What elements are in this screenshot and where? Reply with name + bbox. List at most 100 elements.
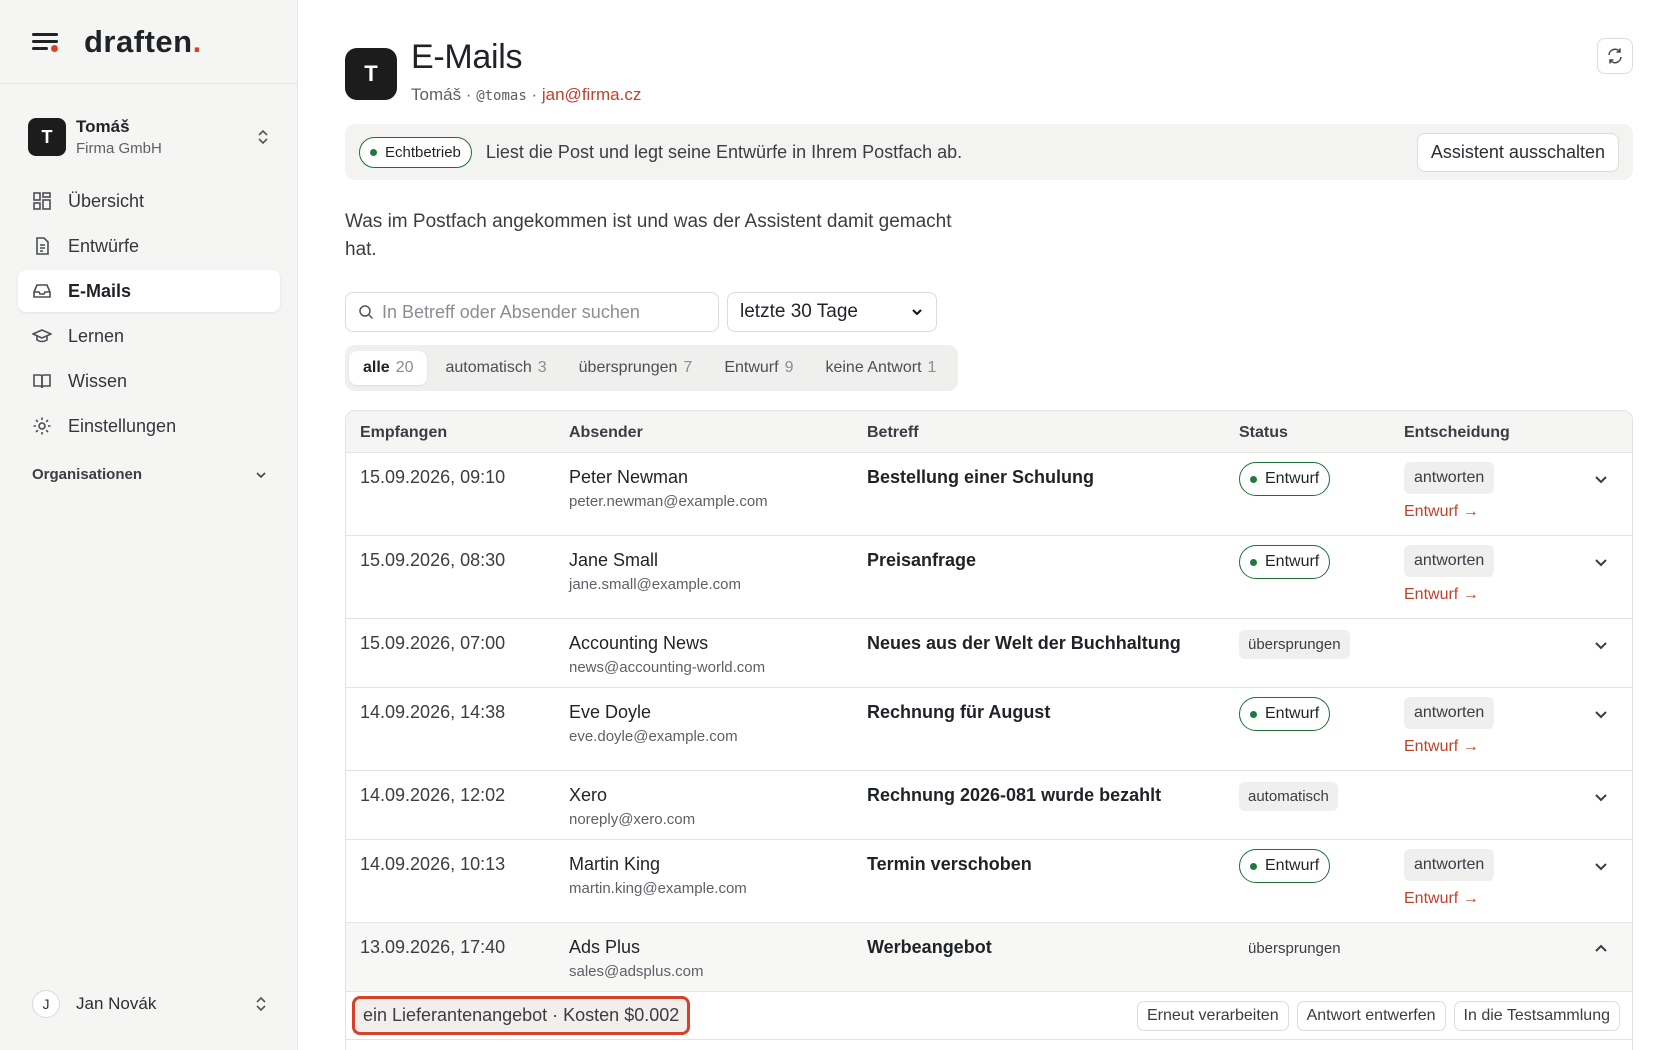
- status-badge: Entwurf: [1239, 849, 1331, 883]
- chevron-down-icon: [1595, 476, 1607, 484]
- col-subject[interactable]: Betreff: [867, 424, 919, 442]
- table-row[interactable]: 15.09.2026, 08:30 Jane Small jane.small@e…: [346, 536, 1632, 619]
- draft-link[interactable]: Entwurf →: [1404, 738, 1494, 756]
- decision-badge: antworten: [1404, 462, 1495, 494]
- chevron-up-down-icon: [258, 129, 268, 145]
- menu-icon[interactable]: [32, 30, 60, 54]
- gear-icon: [33, 417, 51, 435]
- assistant-status-banner: Echtbetrieb Liest die Post und legt sein…: [345, 124, 1633, 180]
- period-select[interactable]: letzte 30 Tage: [727, 292, 937, 332]
- page-header: T E-Mails Tomáš · @tomas · jan@firma.cz: [345, 38, 641, 105]
- table-row[interactable]: 15.09.2026, 09:10 Peter Newman peter.newm…: [346, 453, 1632, 536]
- filter-skipped[interactable]: übersprungen 7: [565, 351, 707, 385]
- expand-button[interactable]: [1593, 706, 1609, 722]
- nav-item-learn[interactable]: Lernen: [18, 315, 280, 357]
- filter-draft[interactable]: Entwurf 9: [710, 351, 807, 385]
- received-date: 14.09.2026, 10:13: [360, 854, 506, 874]
- status-badge: Entwurf: [1239, 545, 1331, 579]
- nav-item-label: E-Mails: [68, 280, 132, 301]
- emails-table: Empfangen Absender Betreff Status Entsch…: [345, 410, 1633, 1050]
- expand-button[interactable]: [1593, 471, 1609, 487]
- page-intro: Was im Postfach angekommen ist und was d…: [345, 211, 952, 260]
- nav-item-emails[interactable]: E-Mails: [18, 270, 280, 312]
- status-badge: automatisch: [1239, 782, 1338, 811]
- col-received[interactable]: Empfangen: [360, 424, 447, 442]
- sender-email: sales@adsplus.com: [569, 963, 704, 980]
- nav-item-label: Wissen: [68, 370, 128, 391]
- sender-email: news@accounting-world.com: [569, 659, 766, 676]
- page-title: E-Mails: [411, 38, 523, 76]
- search-field[interactable]: [345, 292, 719, 332]
- status-dot-icon: [370, 148, 377, 156]
- table-row[interactable]: 14.09.2026, 14:38 Eve Doyle eve.doyle@exa…: [346, 688, 1632, 771]
- received-date: 14.09.2026, 12:02: [360, 785, 506, 805]
- table-row[interactable]: 13.09.2026, 17:40 Ads Plus sales@adsplus.…: [346, 923, 1632, 992]
- nav-item-label: Lernen: [68, 325, 125, 346]
- assistant-avatar: T: [345, 48, 397, 100]
- expand-button[interactable]: [1593, 554, 1609, 570]
- account-switcher[interactable]: T Tomáš Firma GmbH: [0, 106, 298, 168]
- graduation-cap-icon: [32, 329, 52, 343]
- brand-bar: draften.: [0, 0, 297, 84]
- subject: Termin verschoben: [867, 854, 1032, 874]
- user-menu[interactable]: J Jan Novák: [32, 990, 268, 1018]
- status-badge: übersprungen: [1248, 940, 1341, 957]
- filter-tabs: alle 20 automatisch 3 übersprungen 7 Entwur…: [345, 345, 959, 391]
- reprocess-button[interactable]: Erneut verarbeiten: [1136, 1001, 1289, 1031]
- col-sender[interactable]: Absender: [569, 424, 643, 442]
- book-icon: [33, 374, 51, 389]
- account-org: Firma GmbH: [76, 140, 162, 157]
- decision-badge: antworten: [1404, 545, 1495, 577]
- subject: Preisanfrage: [867, 550, 977, 570]
- received-date: 15.09.2026, 09:10: [360, 467, 506, 487]
- expand-button[interactable]: [1593, 637, 1609, 653]
- chevron-up-down-icon: [256, 996, 266, 1012]
- nav-item-drafts[interactable]: Entwürfe: [18, 225, 280, 267]
- nav-item-overview[interactable]: Übersicht: [18, 180, 280, 222]
- sender-email: peter.newman@example.com: [569, 493, 768, 510]
- user-name: Jan Novák: [76, 994, 157, 1013]
- chevron-up-icon: [1595, 944, 1607, 952]
- draft-link[interactable]: Entwurf →: [1404, 586, 1494, 604]
- received-date: 13.09.2026, 17:40: [360, 937, 506, 957]
- table-row[interactable]: 14.09.2026, 12:02 Xero noreply@xero.com R…: [346, 771, 1632, 840]
- filter-automatic[interactable]: automatisch 3: [431, 351, 560, 385]
- grid-icon: [33, 192, 51, 210]
- nav-item-settings[interactable]: Einstellungen: [18, 405, 280, 447]
- refresh-button[interactable]: [1597, 38, 1633, 74]
- draft-link[interactable]: Entwurf →: [1404, 503, 1494, 521]
- account-name: Tomáš: [76, 117, 130, 136]
- chevron-down-icon: [1595, 794, 1607, 802]
- collapse-button[interactable]: [1593, 941, 1609, 957]
- expand-button[interactable]: [1593, 789, 1609, 805]
- add-to-test-set-button[interactable]: In die Testsammlung: [1453, 1001, 1620, 1031]
- sender-name: Peter Newman: [569, 467, 689, 487]
- disable-assistant-button[interactable]: Assistent ausschalten: [1416, 132, 1619, 172]
- chevron-down-icon: [256, 471, 266, 478]
- assistant-handle: @tomas: [476, 88, 527, 104]
- sender-name: Eve Doyle: [569, 702, 652, 722]
- draft-reply-button[interactable]: Antwort entwerfen: [1296, 1001, 1446, 1031]
- subject: Werbeangebot: [867, 937, 992, 957]
- search-input[interactable]: [382, 301, 702, 323]
- nav-item-label: Entwürfe: [68, 235, 140, 256]
- assistant-email-link[interactable]: jan@firma.cz: [542, 85, 641, 104]
- draft-link[interactable]: Entwurf →: [1404, 890, 1494, 908]
- organizations-section[interactable]: Organisationen: [32, 466, 268, 483]
- col-status[interactable]: Status: [1239, 424, 1288, 442]
- table-row[interactable]: 14.09.2026, 10:13 Martin King martin.king…: [346, 840, 1632, 923]
- sender-name: Jane Small: [569, 550, 659, 570]
- logo[interactable]: draften.: [84, 24, 202, 60]
- expand-button[interactable]: [1593, 858, 1609, 874]
- nav-item-label: Einstellungen: [68, 415, 177, 436]
- nav-item-knowledge[interactable]: Wissen: [18, 360, 280, 402]
- sender-email: noreply@xero.com: [569, 811, 696, 828]
- decision-badge: antworten: [1404, 849, 1495, 881]
- filter-no-reply[interactable]: keine Antwort 1: [811, 351, 950, 385]
- table-row[interactable]: 15.09.2026, 07:00 Accounting News news@ac…: [346, 619, 1632, 688]
- live-status-badge: Echtbetrieb: [359, 136, 472, 168]
- table-header: Empfangen Absender Betreff Status Entsch…: [346, 411, 1632, 453]
- filter-all[interactable]: alle 20: [349, 351, 428, 385]
- status-badge: Entwurf: [1239, 697, 1331, 731]
- col-decision[interactable]: Entscheidung: [1404, 424, 1510, 442]
